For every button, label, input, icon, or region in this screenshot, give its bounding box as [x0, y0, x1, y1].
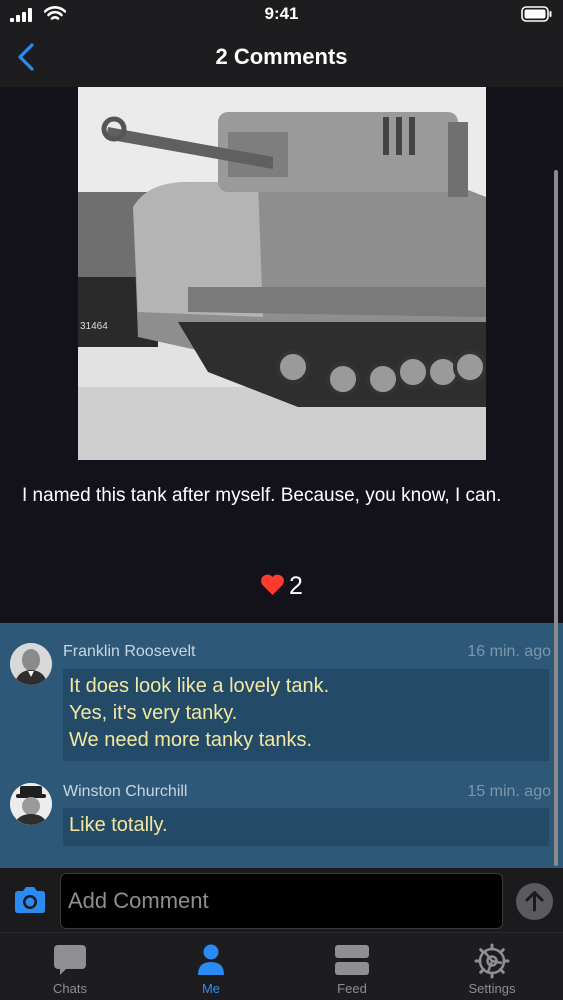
page-title: 2 Comments — [215, 44, 348, 69]
comment-timestamp: 16 min. ago — [467, 643, 551, 660]
comment-line: Like totally. — [69, 814, 168, 836]
camera-icon[interactable] — [12, 886, 48, 914]
tab-label: Chats — [53, 981, 87, 996]
scrollbar[interactable] — [554, 170, 558, 866]
tab-feed[interactable]: Feed — [282, 933, 422, 1000]
portrait-icon — [10, 783, 52, 825]
comments-list: Franklin Roosevelt 16 min. ago It does l… — [0, 623, 563, 868]
comment-author[interactable]: Winston Churchill — [63, 783, 187, 801]
comment-line: It does look like a lovely tank. — [69, 675, 330, 697]
status-time: 9:41 — [264, 4, 299, 23]
comment-bubble: It does look like a lovely tank. Yes, it… — [63, 669, 549, 761]
comment-timestamp: 15 min. ago — [467, 783, 551, 800]
battery-icon — [521, 6, 552, 22]
arrow-up-icon — [525, 891, 544, 912]
tab-bar: Chats Me Feed Settings — [0, 932, 563, 1000]
comment-line: We need more tanky tanks. — [69, 729, 313, 751]
chat-icon — [54, 945, 86, 975]
post: 31464 I named this tank after myself. Be… — [0, 87, 563, 623]
tab-label: Settings — [468, 981, 516, 996]
tab-settings[interactable]: Settings — [422, 933, 562, 1000]
heart-icon — [261, 574, 284, 595]
portrait-icon — [10, 643, 52, 685]
navigation-bar: 2 Comments — [0, 30, 563, 87]
avatar[interactable] — [10, 783, 52, 825]
tab-label: Me — [201, 981, 221, 996]
comment-input[interactable] — [60, 873, 503, 929]
avatar[interactable] — [10, 643, 52, 685]
tank-serial-label: 31464 — [80, 321, 108, 332]
tab-me[interactable]: Me — [141, 933, 281, 1000]
tank-photo-image: 31464 — [78, 87, 486, 460]
post-caption: I named this tank after myself. Because,… — [22, 485, 502, 506]
status-bar: 9:41 — [0, 0, 563, 30]
tab-label: Feed — [337, 981, 367, 996]
like-count: 2 — [289, 572, 303, 600]
comment-composer — [0, 868, 563, 932]
like-counter[interactable]: 2 — [0, 572, 563, 601]
comment-bubble: Like totally. — [63, 808, 549, 846]
gear-icon — [474, 943, 510, 979]
send-button[interactable] — [516, 883, 553, 920]
comment-author[interactable]: Franklin Roosevelt — [63, 643, 196, 661]
person-icon — [198, 944, 224, 975]
post-photo[interactable]: 31464 — [78, 87, 486, 460]
comment-line: Yes, it's very tanky. — [69, 702, 238, 724]
tab-chats[interactable]: Chats — [0, 933, 140, 1000]
feed-icon — [335, 945, 369, 975]
